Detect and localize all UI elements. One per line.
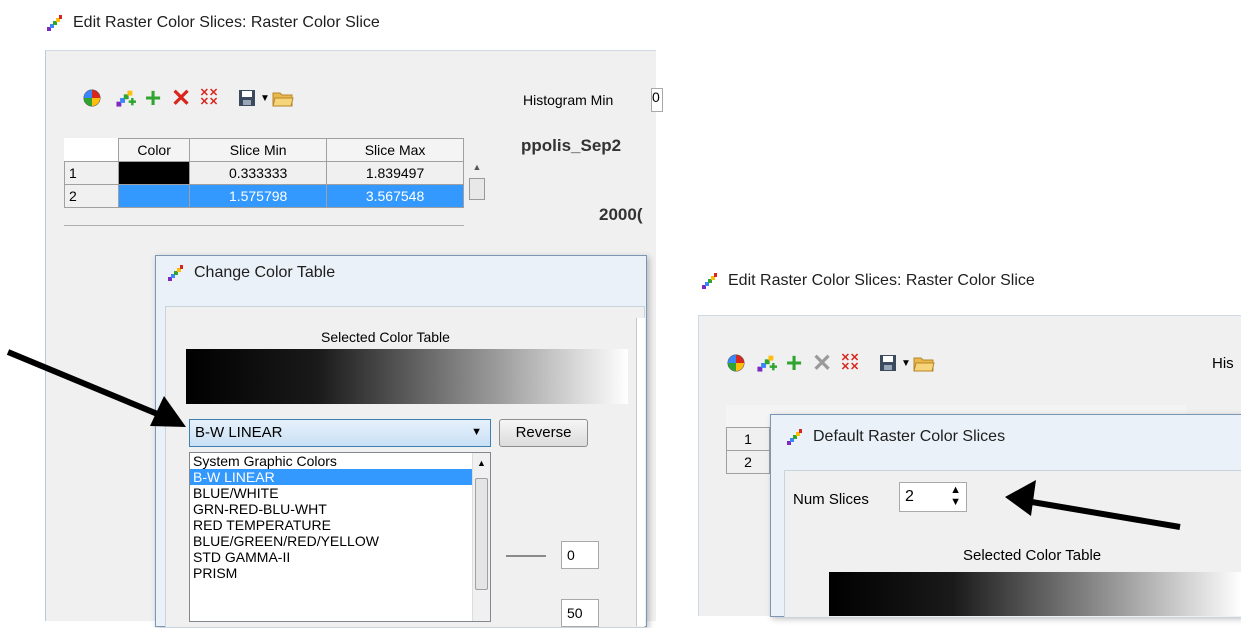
arrow-to-combo-icon <box>6 349 186 427</box>
arrow-to-num-slices-icon <box>1005 480 1181 530</box>
annotation-arrows <box>6 349 1181 530</box>
